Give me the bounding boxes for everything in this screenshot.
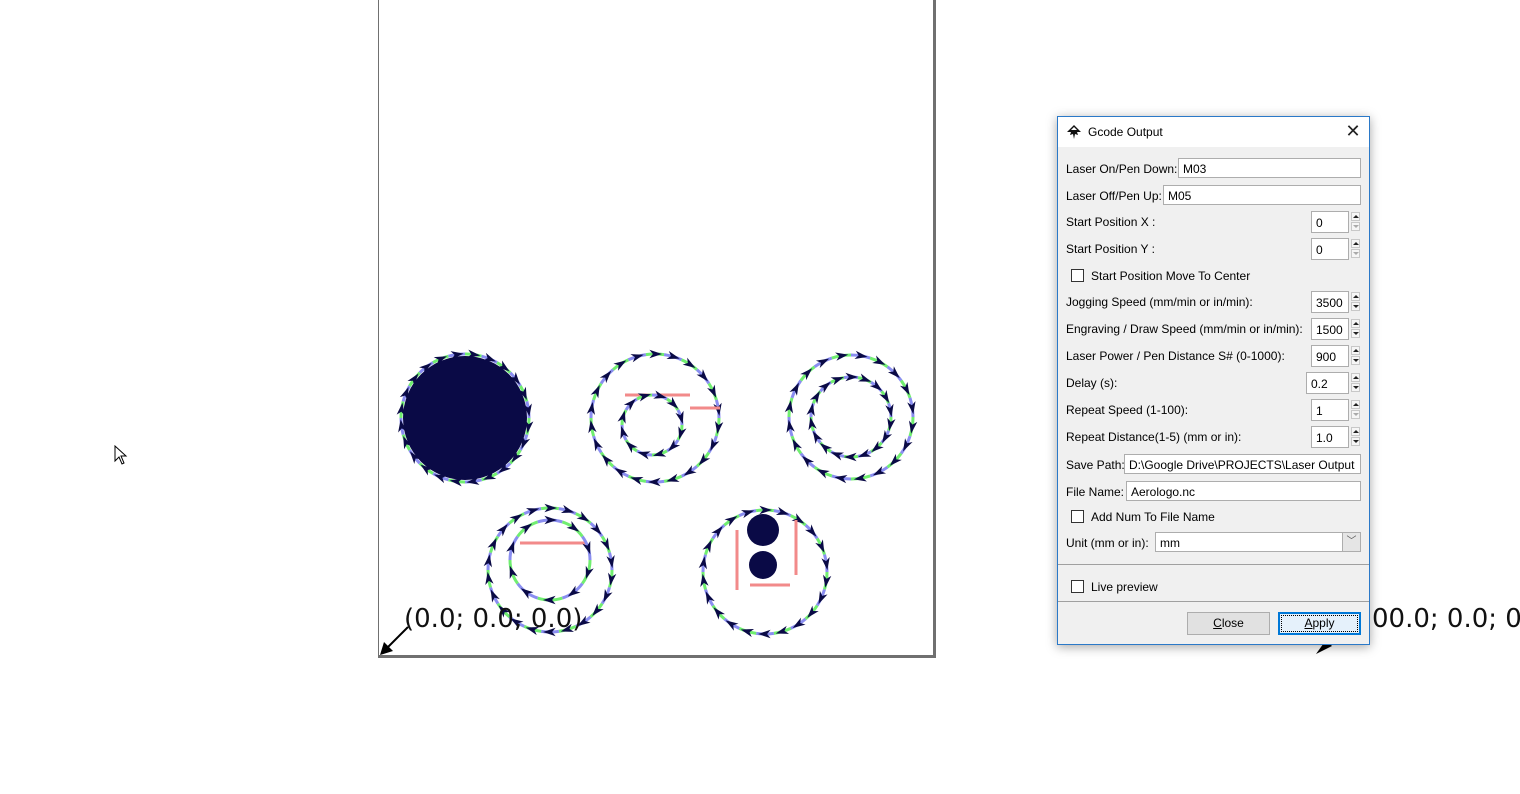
unit-label: Unit (mm or in): <box>1066 536 1149 550</box>
live-preview-label: Live preview <box>1091 580 1158 594</box>
start-y-row: Start Position Y : 0 <box>1066 238 1361 260</box>
shape-1-fill <box>403 356 527 480</box>
move-center-label: Start Position Move To Center <box>1091 269 1251 283</box>
delay-up-icon[interactable] <box>1351 373 1360 382</box>
delay-value[interactable]: 0.2 <box>1306 372 1349 394</box>
draw-speed-value[interactable]: 1500 <box>1311 318 1349 340</box>
laser-power-label: Laser Power / Pen Distance S# (0-1000): <box>1066 349 1285 363</box>
add-num-checkbox[interactable] <box>1071 510 1084 523</box>
repeat-speed-down-icon[interactable] <box>1351 410 1360 419</box>
draw-speed-row: Engraving / Draw Speed (mm/min or in/min… <box>1066 318 1361 340</box>
secondary-coordinate-label: 00.0; 0.0; 0 <box>1372 604 1520 634</box>
repeat-speed-label: Repeat Speed (1-100): <box>1066 403 1189 417</box>
add-num-row[interactable]: Add Num To File Name <box>1066 507 1361 529</box>
delay-down-icon[interactable] <box>1351 383 1360 392</box>
draw-speed-down-icon[interactable] <box>1351 329 1360 338</box>
add-num-label: Add Num To File Name <box>1091 510 1215 524</box>
gcode-output-dialog: Gcode Output ✕ Laser On/Pen Down: M03 La… <box>1057 116 1370 645</box>
apply-button[interactable]: Apply <box>1278 612 1361 635</box>
apply-accesskey: A <box>1304 616 1313 630</box>
shape-5-blob <box>747 514 779 546</box>
delay-row: Delay (s): 0.2 <box>1066 372 1361 394</box>
chevron-down-icon[interactable]: ﹀ <box>1342 533 1360 551</box>
file-name-input[interactable]: Aerologo.nc <box>1126 481 1361 501</box>
live-preview-row[interactable]: Live preview <box>1066 577 1361 599</box>
repeat-distance-label: Repeat Distance(1-5) (mm or in): <box>1066 430 1242 444</box>
repeat-speed-up-icon[interactable] <box>1351 400 1360 409</box>
start-x-label: Start Position X : <box>1066 215 1156 229</box>
start-x-row: Start Position X : 0 <box>1066 211 1361 233</box>
shape-5-blob <box>749 551 777 579</box>
jog-speed-value[interactable]: 3500 <box>1311 291 1349 313</box>
mouse-pointer-icon <box>114 445 128 465</box>
close-button[interactable]: Close <box>1187 612 1270 635</box>
laser-off-label: Laser Off/Pen Up: <box>1066 189 1162 203</box>
draw-speed-label: Engraving / Draw Speed (mm/min or in/min… <box>1066 322 1303 336</box>
draw-speed-up-icon[interactable] <box>1351 319 1360 328</box>
close-label: lose <box>1221 616 1244 630</box>
apply-label: pply <box>1312 616 1335 630</box>
repeat-distance-row: Repeat Distance(1-5) (mm or in): 1.0 <box>1066 426 1361 448</box>
jog-speed-down-icon[interactable] <box>1351 302 1360 311</box>
delay-label: Delay (s): <box>1066 376 1118 390</box>
repeat-distance-up-icon[interactable] <box>1351 427 1360 436</box>
save-path-row: Save Path: D:\Google Drive\PROJECTS\Lase… <box>1066 454 1361 476</box>
start-y-down-icon[interactable] <box>1351 249 1360 258</box>
jog-speed-row: Jogging Speed (mm/min or in/min): 3500 <box>1066 291 1361 313</box>
repeat-speed-value[interactable]: 1 <box>1311 399 1349 421</box>
inkscape-logo-icon <box>1067 125 1081 139</box>
dialog-title: Gcode Output <box>1088 125 1163 139</box>
start-x-value[interactable]: 0 <box>1311 211 1349 233</box>
save-path-label: Save Path: <box>1066 458 1125 472</box>
jog-speed-label: Jogging Speed (mm/min or in/min): <box>1066 295 1253 309</box>
repeat-speed-row: Repeat Speed (1-100): 1 <box>1066 399 1361 421</box>
file-name-row: File Name: Aerologo.nc <box>1066 481 1361 503</box>
move-center-checkbox[interactable] <box>1071 269 1084 282</box>
jog-speed-up-icon[interactable] <box>1351 292 1360 301</box>
unit-row: Unit (mm or in): mm ﹀ <box>1066 532 1361 554</box>
divider <box>1058 564 1369 565</box>
dialog-titlebar[interactable]: Gcode Output ✕ <box>1058 117 1369 147</box>
laser-power-row: Laser Power / Pen Distance S# (0-1000): … <box>1066 345 1361 367</box>
file-name-label: File Name: <box>1066 485 1125 499</box>
unit-select[interactable]: mm ﹀ <box>1155 532 1361 552</box>
laser-off-row: Laser Off/Pen Up: M05 <box>1066 185 1361 207</box>
shape-4-inner-arrow-icon <box>520 588 534 600</box>
start-x-up-icon[interactable] <box>1351 212 1360 221</box>
laser-on-input[interactable]: M03 <box>1178 158 1361 178</box>
close-accesskey: C <box>1213 616 1222 630</box>
page-border <box>378 0 936 658</box>
save-path-input[interactable]: D:\Google Drive\PROJECTS\Laser Output <box>1124 454 1361 474</box>
button-row: Close Apply <box>1066 612 1361 635</box>
start-y-up-icon[interactable] <box>1351 239 1360 248</box>
repeat-distance-down-icon[interactable] <box>1351 437 1360 446</box>
laser-off-input[interactable]: M05 <box>1163 185 1361 205</box>
origin-coordinate-label: (0.0; 0.0; 0.0) <box>404 604 583 634</box>
laser-power-down-icon[interactable] <box>1351 356 1360 365</box>
start-y-value[interactable]: 0 <box>1311 238 1349 260</box>
laser-power-up-icon[interactable] <box>1351 346 1360 355</box>
unit-selected-value: mm <box>1160 536 1180 550</box>
laser-on-row: Laser On/Pen Down: M03 <box>1066 158 1361 180</box>
start-y-label: Start Position Y : <box>1066 242 1155 256</box>
laser-on-label: Laser On/Pen Down: <box>1066 162 1178 176</box>
close-icon[interactable]: ✕ <box>1345 122 1361 140</box>
move-center-row[interactable]: Start Position Move To Center <box>1066 266 1361 288</box>
laser-power-value[interactable]: 900 <box>1311 345 1349 367</box>
repeat-distance-value[interactable]: 1.0 <box>1311 426 1349 448</box>
shape-4-inner-arrow-icon <box>566 520 580 532</box>
start-x-down-icon[interactable] <box>1351 222 1360 231</box>
divider <box>1058 601 1369 602</box>
live-preview-checkbox[interactable] <box>1071 580 1084 593</box>
